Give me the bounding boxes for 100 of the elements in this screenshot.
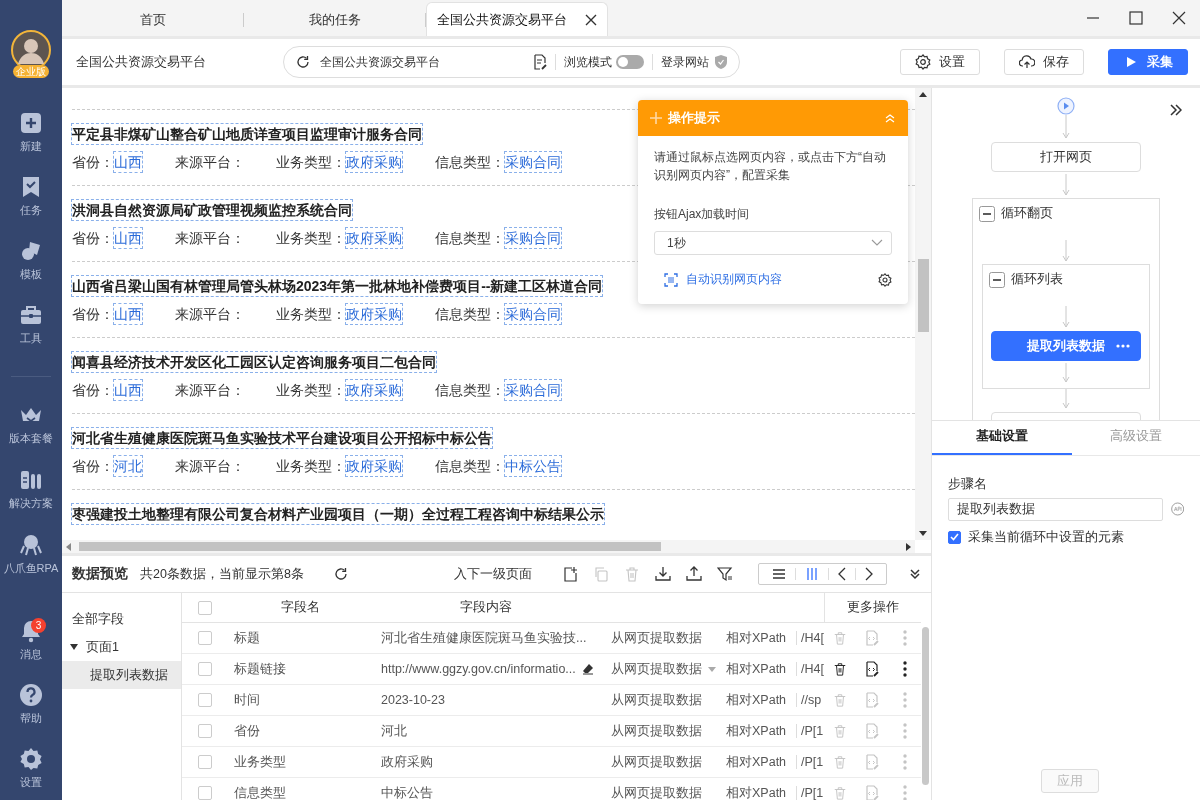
download-icon[interactable] <box>655 566 671 582</box>
settings-icon[interactable] <box>878 272 892 287</box>
sidebar-item[interactable]: 工具 <box>0 292 62 356</box>
collect-button[interactable]: 采集 <box>1108 49 1188 75</box>
login-site-link[interactable]: 登录网站 <box>661 53 709 71</box>
table-cell: /P[1 <box>796 724 824 738</box>
collapse-toggle[interactable] <box>989 271 1005 288</box>
list-view-icon[interactable] <box>771 566 787 582</box>
checkbox[interactable] <box>198 724 212 738</box>
reload-icon[interactable] <box>296 55 310 69</box>
tree-item[interactable]: 全部字段 <box>62 605 181 633</box>
tab[interactable]: 我的任务 <box>244 4 426 36</box>
tab[interactable]: 全国公共资源交易平台 <box>426 2 608 36</box>
auto-detect-link[interactable]: 自动识别网页内容 <box>664 271 782 288</box>
vertical-scrollbar[interactable] <box>915 88 931 540</box>
checkbox[interactable] <box>198 600 212 615</box>
checkbox[interactable] <box>948 530 961 544</box>
scroll-down-icon[interactable] <box>919 531 927 536</box>
time-select[interactable]: 1秒 <box>654 231 892 255</box>
checkbox[interactable] <box>198 786 212 800</box>
method-select[interactable]: 从网页提取数据 <box>599 629 726 647</box>
tab[interactable]: 基础设置 <box>932 420 1072 455</box>
field-label: 信息类型： <box>435 381 505 400</box>
add-icon[interactable] <box>562 566 578 582</box>
method-select[interactable]: 从网页提取数据 <box>599 753 726 771</box>
tab[interactable]: 首页 <box>62 4 244 36</box>
sidebar-item[interactable]: 八爪鱼RPA <box>0 522 62 587</box>
scroll-left-icon[interactable] <box>66 542 71 551</box>
code-edit-icon[interactable] <box>864 661 880 677</box>
next-level-link[interactable]: 入下一级页面 <box>454 565 532 583</box>
close-icon[interactable] <box>585 13 597 26</box>
scroll-up-icon[interactable] <box>919 92 927 97</box>
method-select[interactable]: 从网页提取数据 <box>599 691 726 709</box>
table-cell-text: 相对XPath <box>726 753 788 771</box>
sidebar-item[interactable]: 任务 <box>0 164 62 228</box>
expand-icon[interactable] <box>1170 104 1182 116</box>
more-icon[interactable] <box>902 661 907 677</box>
tree-item[interactable]: 提取列表数据 <box>62 661 181 689</box>
address-field[interactable]: 全国公共资源交易平台 <box>320 53 533 71</box>
scroll-right-icon[interactable] <box>906 542 911 551</box>
document-edit-icon[interactable] <box>533 54 547 70</box>
method-select[interactable]: 从网页提取数据 <box>599 784 726 800</box>
caret-icon[interactable] <box>70 644 78 650</box>
tree-item[interactable]: 页面1 <box>62 633 181 661</box>
sidebar-item[interactable]: 帮助 <box>0 672 62 736</box>
checkbox[interactable] <box>198 693 212 707</box>
prev-icon[interactable] <box>837 567 847 581</box>
vertical-scrollbar[interactable] <box>922 627 929 785</box>
settings-icon <box>915 54 931 70</box>
scroll-thumb[interactable] <box>79 542 661 551</box>
list-title[interactable]: 山西省吕梁山国有林管理局管头林场2023年第一批林地补偿费项目--新建工区林道合同 <box>72 276 603 296</box>
list-title[interactable]: 洪洞县自然资源局矿政管理视频监控系统合同 <box>72 200 352 220</box>
table-cell-text: 信息类型 <box>233 784 287 800</box>
sidebar-item[interactable]: 解决方案 <box>0 457 62 522</box>
sidebar-item[interactable]: 新建 <box>0 100 62 164</box>
flow-node[interactable]: 打开网页 <box>991 142 1141 172</box>
list-title[interactable]: 平定县非煤矿山整合矿山地质详查项目监理审计服务合同 <box>72 124 422 144</box>
next-icon[interactable] <box>864 567 874 581</box>
field-label: 业务类型： <box>276 457 346 476</box>
list-title[interactable]: 河北省生殖健康医院斑马鱼实验技术平台建设项目公开招标中标公告 <box>72 428 492 448</box>
method-select[interactable]: 从网页提取数据 <box>599 722 726 740</box>
toggle-switch[interactable] <box>616 55 644 69</box>
column-view-icon[interactable] <box>804 566 820 582</box>
scroll-thumb[interactable] <box>917 259 929 332</box>
filter-icon[interactable] <box>717 566 733 582</box>
maximize-icon[interactable] <box>1129 11 1143 25</box>
sidebar-item[interactable]: 模板 <box>0 228 62 292</box>
delete-icon[interactable] <box>833 662 847 676</box>
close-icon[interactable] <box>1172 11 1186 25</box>
table-cell-text: 时间 <box>233 691 261 709</box>
list-title[interactable]: 闻喜县经济技术开发区化工园区认定咨询服务项目二包合同 <box>72 352 436 372</box>
horizontal-scrollbar[interactable] <box>62 540 915 553</box>
settings-icon <box>19 746 43 771</box>
save-button[interactable]: 保存 <box>1004 49 1084 75</box>
flow-node[interactable]: 提取列表数据 <box>991 331 1141 361</box>
method-select[interactable]: 从网页提取数据 <box>599 660 726 678</box>
checkbox[interactable] <box>198 662 212 676</box>
sidebar-item[interactable]: 设置 <box>0 736 62 800</box>
upload-icon[interactable] <box>686 566 702 582</box>
table-cell: http://www.ggzy.gov.cn/informatio... <box>373 662 599 676</box>
settings-button[interactable]: 设置 <box>900 49 980 75</box>
list-title[interactable]: 枣强建投土地整理有限公司复合材料产业园项目（一期）全过程工程咨询中标结果公示 <box>72 504 604 524</box>
api-icon[interactable] <box>1170 502 1184 517</box>
table-cell-text: 相对XPath <box>726 691 788 709</box>
start-icon[interactable] <box>1057 97 1075 115</box>
page-title: 全国公共资源交易平台 <box>76 53 207 71</box>
avatar-icon[interactable] <box>11 30 51 65</box>
collapse-toggle[interactable] <box>979 205 995 222</box>
eraser-icon[interactable] <box>581 663 594 675</box>
table-cell-text: 省份 <box>233 722 261 740</box>
checkbox[interactable] <box>198 631 212 645</box>
field-value: 采购合同 <box>505 304 561 324</box>
sidebar-item[interactable]: 版本套餐 <box>0 392 62 457</box>
collapse-icon[interactable] <box>909 568 921 580</box>
checkbox[interactable] <box>198 755 212 769</box>
sidebar-item[interactable]: 消息 3 <box>0 608 62 672</box>
step-name-field[interactable]: 提取列表数据 <box>948 497 1163 521</box>
move-icon[interactable] <box>650 112 662 124</box>
field-label: 来源平台： <box>175 305 245 324</box>
refresh-icon[interactable] <box>333 567 348 581</box>
